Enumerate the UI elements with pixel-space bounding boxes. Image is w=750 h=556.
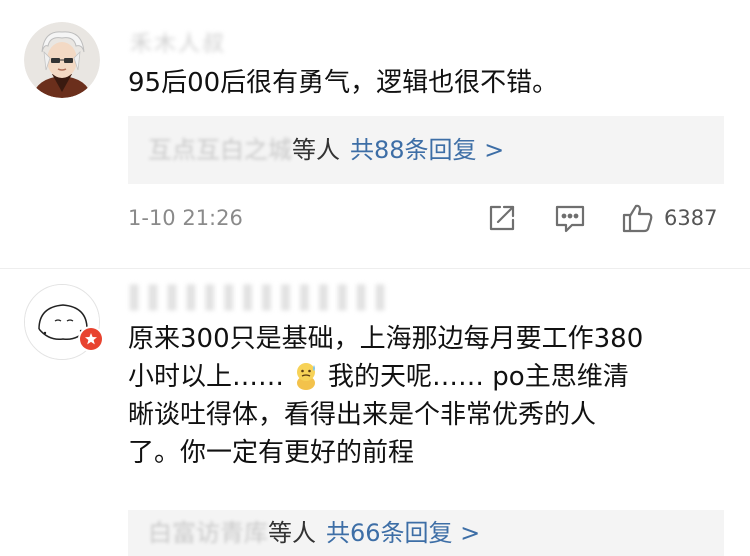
avatar[interactable] xyxy=(24,22,100,98)
comment-text: 原来300只是基础，上海那边每月要工作380 小时以上…… 我的天呢…… po主… xyxy=(128,320,643,472)
reply-user-names[interactable]: 互点互白之城 xyxy=(148,136,292,164)
reply-names-suffix: 等人 xyxy=(268,519,316,547)
text-fragment: 我的天呢…… po主思维清 xyxy=(328,362,629,392)
reply-count-link[interactable]: 共66条回复 > xyxy=(326,519,480,547)
sweat-emoji xyxy=(292,361,320,391)
share-icon[interactable] xyxy=(484,200,520,236)
comment-text-line: 原来300只是基础，上海那边每月要工作380 xyxy=(128,324,644,354)
comment-text-line: 了。你一定有更好的前程 xyxy=(128,438,415,468)
comment-text-line: 小时以上…… 我的天呢…… po主思维清 xyxy=(128,358,643,396)
replies-summary[interactable]: 互点互白之城等人 共88条回复 > xyxy=(128,116,724,184)
reply-names-suffix: 等人 xyxy=(292,136,340,164)
comment-2: ▌▌▌▌▌▌▌▌▌▌▌▌▌▌ 原来300只是基础，上海那边每月要工作380 小时… xyxy=(0,270,750,556)
username[interactable]: ▌▌▌▌▌▌▌▌▌▌▌▌▌▌ xyxy=(130,286,395,311)
username[interactable]: 禾木人叔 xyxy=(130,26,226,58)
reply-user-names[interactable]: 白富访青库 xyxy=(148,519,268,547)
replies-summary[interactable]: 白富访青库等人 共66条回复 > xyxy=(128,510,724,556)
like-count: 6387 xyxy=(664,206,718,230)
comment-text-line: 晰谈吐得体，看得出来是个非常优秀的人 xyxy=(128,400,597,430)
comment-1: 禾木人叔 95后00后很有勇气，逻辑也很不错。 互点互白之城等人 共88条回复 >… xyxy=(0,0,750,270)
text-fragment: 小时以上…… xyxy=(128,362,285,392)
weibo-badge-icon xyxy=(80,328,102,350)
comment-text-line: 95后00后很有勇气，逻辑也很不错。 xyxy=(128,68,559,98)
divider xyxy=(0,268,750,269)
comment-icon[interactable] xyxy=(552,200,588,236)
comment-text: 95后00后很有勇气，逻辑也很不错。 xyxy=(128,64,558,102)
comment-meta: 1-10 21:26 6387 xyxy=(128,200,728,240)
reply-count-link[interactable]: 共88条回复 > xyxy=(350,136,504,164)
thumbs-up-icon[interactable] xyxy=(620,200,656,236)
timestamp: 1-10 21:26 xyxy=(128,206,243,230)
